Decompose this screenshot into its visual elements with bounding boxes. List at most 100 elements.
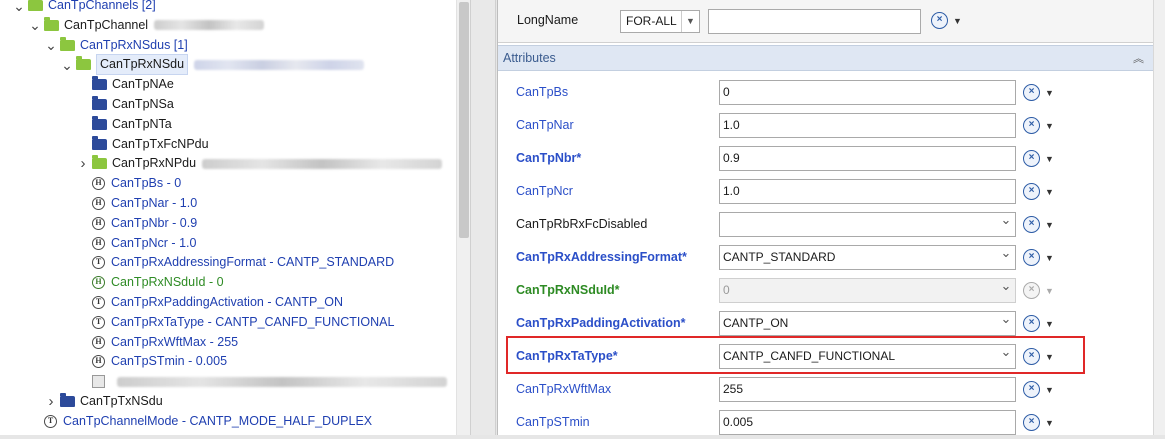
tree-node[interactable]: › CanTpTxNSdu xyxy=(44,392,163,411)
tree-node[interactable]: H CanTpNar - 1.0 xyxy=(76,194,197,213)
redacted-text xyxy=(117,376,447,387)
chevron-down-icon[interactable]: ⌄ xyxy=(997,246,1015,269)
tree-node[interactable]: CanTpNTa xyxy=(76,115,172,134)
tree-node[interactable]: CanTpTxFcNPdu xyxy=(76,135,209,154)
attribute-actions[interactable]: × ▼ xyxy=(1023,84,1054,101)
attribute-input[interactable]: 0 xyxy=(719,80,1016,105)
caret-down-icon[interactable]: ▼ xyxy=(1045,253,1054,263)
action-menu-icon[interactable]: × xyxy=(1023,150,1040,167)
attribute-input[interactable]: 1.0 xyxy=(719,113,1016,138)
action-menu-icon[interactable]: × xyxy=(1023,348,1040,365)
chevron-down-icon[interactable]: ⌄ xyxy=(997,345,1015,368)
collapse-chevron-icon[interactable]: ⌄ xyxy=(12,0,26,13)
action-menu-icon[interactable]: × xyxy=(931,12,948,29)
tree-node[interactable]: ⌄ CanTpChannels [2] xyxy=(12,0,156,15)
attribute-actions[interactable]: × ▼ xyxy=(1023,249,1054,266)
attribute-actions[interactable]: × ▼ xyxy=(1023,216,1054,233)
attribute-actions[interactable]: × ▼ xyxy=(1023,117,1054,134)
tree-node-label: CanTpChannel xyxy=(64,17,149,32)
tree-node[interactable]: ⌄ CanTpChannel xyxy=(28,16,265,35)
tree-node[interactable]: › CanTpRxNPdu xyxy=(76,154,443,173)
tree-node[interactable]: H CanTpNcr - 1.0 xyxy=(76,234,196,253)
attribute-select[interactable]: CANTP_ON ⌄ xyxy=(719,311,1016,336)
attribute-input[interactable]: 0.005 xyxy=(719,410,1016,435)
attribute-actions[interactable]: × ▼ xyxy=(1023,381,1054,398)
tree-node[interactable]: H CanTpBs - 0 xyxy=(76,174,181,193)
attribute-actions[interactable]: × ▼ xyxy=(1023,414,1054,431)
properties-panel: LongName FOR-ALL ▼ × ▼ Attributes ︽ CanT… xyxy=(497,0,1154,435)
tree-node[interactable] xyxy=(76,372,447,391)
caret-down-icon[interactable]: ▼ xyxy=(1045,187,1054,197)
tree-node[interactable]: H CanTpNbr - 0.9 xyxy=(76,214,197,233)
folder-icon xyxy=(60,36,75,51)
chevron-down-icon[interactable]: ⌄ xyxy=(997,312,1015,335)
tree-node[interactable]: ⌄ CanTpRxNSdu xyxy=(60,54,365,76)
tree-scrollbar[interactable] xyxy=(456,0,470,435)
tree-node[interactable]: CanTpNAe xyxy=(76,75,174,94)
longname-actions[interactable]: × ▼ xyxy=(931,12,962,29)
tree-node[interactable]: T CanTpRxTaType - CANTP_CANFD_FUNCTIONAL xyxy=(76,313,394,332)
attribute-select[interactable]: ⌄ xyxy=(719,212,1016,237)
caret-down-icon[interactable]: ▼ xyxy=(953,16,962,26)
tree-node[interactable]: T CanTpChannelMode - CANTP_MODE_HALF_DUPL… xyxy=(28,412,372,431)
action-menu-icon[interactable]: × xyxy=(1023,381,1040,398)
caret-down-icon[interactable]: ▼ xyxy=(1045,352,1054,362)
caret-down-icon[interactable]: ▼ xyxy=(1045,319,1054,329)
splitter[interactable] xyxy=(470,0,496,435)
caret-down-icon[interactable]: ▼ xyxy=(1045,154,1054,164)
tree-node[interactable]: H CanTpRxNSduId - 0 xyxy=(76,273,224,292)
action-menu-icon[interactable]: × xyxy=(1023,216,1040,233)
attribute-input[interactable]: 1.0 xyxy=(719,179,1016,204)
tree-scrollbar-thumb[interactable] xyxy=(459,2,469,238)
tree-node-label: CanTpTxFcNPdu xyxy=(112,136,209,151)
attribute-select[interactable]: CANTP_STANDARD ⌄ xyxy=(719,245,1016,270)
collapse-icon[interactable]: ︽ xyxy=(1133,50,1144,66)
tree-node[interactable]: H CanTpRxWftMax - 255 xyxy=(76,333,238,352)
caret-down-icon[interactable]: ▼ xyxy=(1045,220,1054,230)
attribute-actions[interactable]: × ▼ xyxy=(1023,183,1054,200)
action-menu-icon[interactable]: × xyxy=(1023,414,1040,431)
tree-node[interactable]: T CanTpRxPaddingActivation - CANTP_ON xyxy=(76,293,343,312)
caret-down-icon[interactable]: ▼ xyxy=(1045,88,1054,98)
tree-node-label: CanTpTxNSdu xyxy=(80,394,163,408)
tree-node[interactable]: H CanTpSTmin - 0.005 xyxy=(76,352,227,371)
caret-down-icon[interactable]: ▼ xyxy=(1045,385,1054,395)
attribute-row: CanTpSTmin 0.005 × ▼ xyxy=(498,406,1154,439)
collapse-chevron-icon[interactable]: ⌄ xyxy=(28,18,42,32)
attribute-actions[interactable]: × ▼ xyxy=(1023,315,1054,332)
expand-chevron-icon[interactable]: › xyxy=(76,154,90,173)
collapse-chevron-icon[interactable]: ⌄ xyxy=(44,38,58,52)
attribute-label: CanTpRxNSduId* xyxy=(516,283,620,297)
properties-scrollbar[interactable] xyxy=(1153,0,1165,435)
attribute-input[interactable]: 255 xyxy=(719,377,1016,402)
language-select[interactable]: FOR-ALL ▼ xyxy=(620,10,700,33)
tree-node-label: CanTpNar - 1.0 xyxy=(111,196,198,210)
action-menu-icon[interactable]: × xyxy=(1023,315,1040,332)
attribute-row: CanTpNar 1.0 × ▼ xyxy=(498,109,1154,142)
action-menu-icon[interactable]: × xyxy=(1023,117,1040,134)
attribute-select[interactable]: CANTP_CANFD_FUNCTIONAL ⌄ xyxy=(719,344,1016,369)
attribute-actions[interactable]: × ▼ xyxy=(1023,150,1054,167)
tree-node[interactable]: ⌄ CanTpRxNSdus [1] xyxy=(44,36,188,55)
attribute-actions[interactable]: × ▼ xyxy=(1023,348,1054,365)
numeric-parameter-icon: H xyxy=(92,177,105,191)
caret-down-icon[interactable]: ▼ xyxy=(1045,418,1054,428)
collapse-chevron-icon[interactable]: ⌄ xyxy=(60,58,74,72)
longname-input[interactable] xyxy=(708,9,921,34)
tree-node[interactable]: T CanTpRxAddressingFormat - CANTP_STANDAR… xyxy=(76,253,394,272)
reference-icon xyxy=(92,375,105,389)
tree-node[interactable]: CanTpNSa xyxy=(76,95,174,114)
tree-node-label: CanTpRxWftMax - 255 xyxy=(111,334,239,349)
folder-icon xyxy=(76,56,91,71)
action-menu-icon[interactable]: × xyxy=(1023,249,1040,266)
expand-chevron-icon[interactable]: › xyxy=(44,392,58,411)
action-menu-icon[interactable]: × xyxy=(1023,84,1040,101)
attributes-section-header[interactable]: Attributes ︽ xyxy=(498,45,1154,71)
caret-down-icon[interactable]: ▼ xyxy=(1045,121,1054,131)
attribute-input[interactable]: 0.9 xyxy=(719,146,1016,171)
attribute-value: CANTP_CANFD_FUNCTIONAL xyxy=(723,349,896,363)
action-menu-icon[interactable]: × xyxy=(1023,183,1040,200)
chevron-down-icon[interactable]: ⌄ xyxy=(997,213,1015,236)
enum-parameter-icon: T xyxy=(44,414,57,428)
attribute-value: 0 xyxy=(723,283,730,297)
